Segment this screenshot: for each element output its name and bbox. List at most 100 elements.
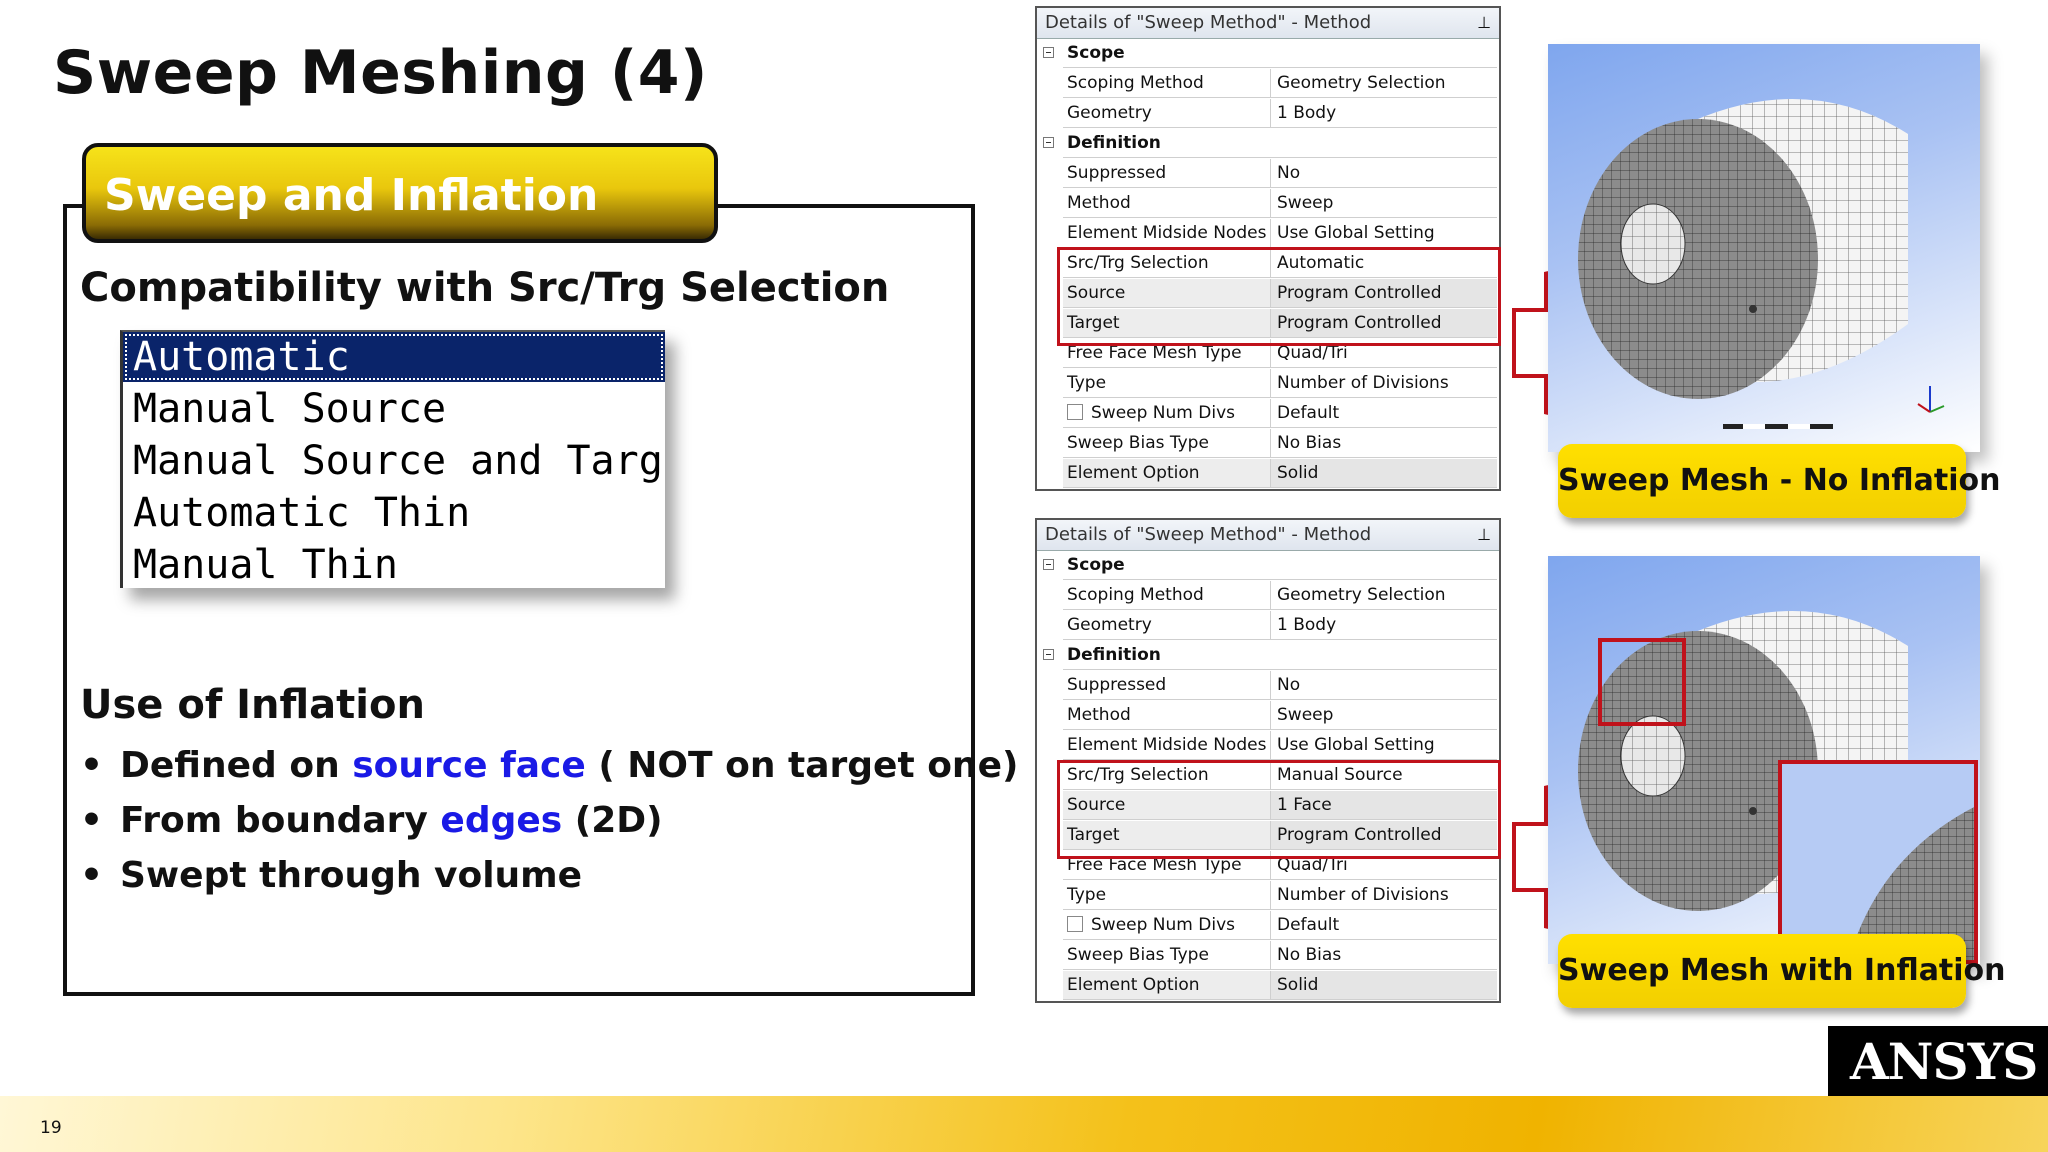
collapse-icon[interactable] [1043, 649, 1054, 660]
caption-no-inflation: Sweep Mesh - No Inflation [1558, 444, 2000, 518]
property-value[interactable]: Use Global Setting [1271, 219, 1497, 248]
row-gutter [1037, 551, 1063, 581]
property-label-text: Method [1067, 193, 1131, 213]
property-value[interactable]: Number of Divisions [1271, 369, 1497, 398]
property-row[interactable]: Element Option Solid [1037, 459, 1499, 489]
category-label: Definition [1063, 641, 1497, 670]
row-gutter [1037, 39, 1063, 69]
property-label: Type [1063, 369, 1271, 398]
panel-header[interactable]: Details of "Sweep Method" - Method ⊥ [1037, 520, 1499, 551]
bullet-swept-volume: • Swept through volume [80, 855, 583, 896]
row-gutter [1037, 69, 1063, 99]
sweep-mesh-with-inflation-image [1548, 556, 1980, 964]
pin-icon[interactable]: ⊥ [1477, 520, 1491, 550]
property-category-row[interactable]: Definition [1037, 641, 1499, 671]
property-row[interactable]: Scoping Method Geometry Selection [1037, 69, 1499, 99]
property-label-text: Suppressed [1067, 163, 1167, 183]
property-value[interactable]: 1 Body [1271, 611, 1497, 640]
property-category-row[interactable]: Scope [1037, 39, 1499, 69]
listbox-option-automatic[interactable]: Automatic [123, 332, 665, 382]
row-gutter [1037, 99, 1063, 129]
edges-highlight: edges [440, 800, 563, 841]
property-value[interactable]: No Bias [1271, 429, 1497, 458]
property-row[interactable]: Method Sweep [1037, 701, 1499, 731]
property-row[interactable]: Suppressed No [1037, 671, 1499, 701]
ansys-logo-text: ANSYS [1850, 1032, 2038, 1091]
property-label-text: Element Midside Nodes [1067, 735, 1267, 755]
property-row[interactable]: Sweep Bias Type No Bias [1037, 941, 1499, 971]
property-category-row[interactable]: Scope [1037, 551, 1499, 581]
collapse-icon[interactable] [1043, 137, 1054, 148]
property-row[interactable]: Sweep Bias Type No Bias [1037, 429, 1499, 459]
property-label-text: Element Option [1067, 975, 1200, 995]
collapse-icon[interactable] [1043, 47, 1054, 58]
property-value[interactable]: Geometry Selection [1271, 581, 1497, 610]
listbox-option-manual-thin[interactable]: Manual Thin [123, 540, 665, 588]
property-value[interactable]: No [1271, 671, 1497, 700]
listbox-option-manual-source[interactable]: Manual Source [123, 384, 665, 434]
row-gutter [1037, 701, 1063, 731]
collapse-icon[interactable] [1043, 559, 1054, 570]
property-label-text: Sweep Num Divs [1091, 915, 1235, 935]
property-label: Scoping Method [1063, 69, 1271, 98]
property-label-text: Sweep Bias Type [1067, 945, 1209, 965]
property-row[interactable]: Sweep Num Divs Default [1037, 911, 1499, 941]
src-trg-highlight-box [1057, 247, 1501, 346]
inflation-heading: Use of Inflation [80, 682, 425, 728]
property-value[interactable]: Use Global Setting [1271, 731, 1497, 760]
property-label-text: Definition [1067, 645, 1161, 665]
property-label-text: Sweep Num Divs [1091, 403, 1235, 423]
pin-icon[interactable]: ⊥ [1477, 8, 1491, 38]
property-value[interactable]: Solid [1271, 971, 1497, 1000]
property-value[interactable]: Geometry Selection [1271, 69, 1497, 98]
property-value[interactable]: Solid [1271, 459, 1497, 488]
caption-with-inflation: Sweep Mesh with Inflation [1558, 934, 2006, 1008]
property-label-text: Element Midside Nodes [1067, 223, 1267, 243]
listbox-option-automatic-thin[interactable]: Automatic Thin [123, 488, 665, 538]
property-label-text: Suppressed [1067, 675, 1167, 695]
row-gutter [1037, 731, 1063, 761]
panel-header[interactable]: Details of "Sweep Method" - Method ⊥ [1037, 8, 1499, 39]
property-value[interactable]: No Bias [1271, 941, 1497, 970]
property-value[interactable]: Sweep [1271, 701, 1497, 730]
property-value[interactable]: 1 Body [1271, 99, 1497, 128]
property-row[interactable]: Geometry 1 Body [1037, 99, 1499, 129]
row-gutter [1037, 581, 1063, 611]
category-label: Scope [1063, 551, 1497, 580]
property-row[interactable]: Element Option Solid [1037, 971, 1499, 1001]
property-row[interactable]: Type Number of Divisions [1037, 369, 1499, 399]
property-row[interactable]: Element Midside Nodes Use Global Setting [1037, 731, 1499, 761]
row-gutter [1037, 911, 1063, 941]
listbox-option-manual-source-and-target[interactable]: Manual Source and Target [123, 436, 665, 486]
property-value[interactable]: No [1271, 159, 1497, 188]
property-label: Geometry [1063, 611, 1271, 640]
checkbox-icon[interactable] [1067, 916, 1083, 932]
property-label: Sweep Num Divs [1063, 911, 1271, 940]
property-row[interactable]: Suppressed No [1037, 159, 1499, 189]
property-label: Element Midside Nodes [1063, 219, 1271, 248]
source-face-highlight: source face [352, 745, 586, 786]
compatibility-heading: Compatibility with Src/Trg Selection [80, 265, 890, 311]
property-row[interactable]: Geometry 1 Body [1037, 611, 1499, 641]
checkbox-icon[interactable] [1067, 404, 1083, 420]
property-value[interactable]: Default [1271, 399, 1497, 428]
property-value[interactable]: Sweep [1271, 189, 1497, 218]
page-number: 19 [40, 1118, 62, 1138]
property-value[interactable]: Number of Divisions [1271, 881, 1497, 910]
row-gutter [1037, 971, 1063, 1001]
property-value[interactable]: Default [1271, 911, 1497, 940]
property-row[interactable]: Type Number of Divisions [1037, 881, 1499, 911]
property-row[interactable]: Method Sweep [1037, 189, 1499, 219]
row-gutter [1037, 159, 1063, 189]
property-row[interactable]: Scoping Method Geometry Selection [1037, 581, 1499, 611]
property-label-text: Element Option [1067, 463, 1200, 483]
row-gutter [1037, 429, 1063, 459]
property-row[interactable]: Element Midside Nodes Use Global Setting [1037, 219, 1499, 249]
property-category-row[interactable]: Definition [1037, 129, 1499, 159]
property-row[interactable]: Sweep Num Divs Default [1037, 399, 1499, 429]
property-label: Type [1063, 881, 1271, 910]
row-gutter [1037, 671, 1063, 701]
bullet-source-face: • Defined on source face ( NOT on target … [80, 745, 1019, 786]
row-gutter [1037, 129, 1063, 159]
src-trg-listbox[interactable]: Automatic Manual Source Manual Source an… [120, 330, 665, 588]
